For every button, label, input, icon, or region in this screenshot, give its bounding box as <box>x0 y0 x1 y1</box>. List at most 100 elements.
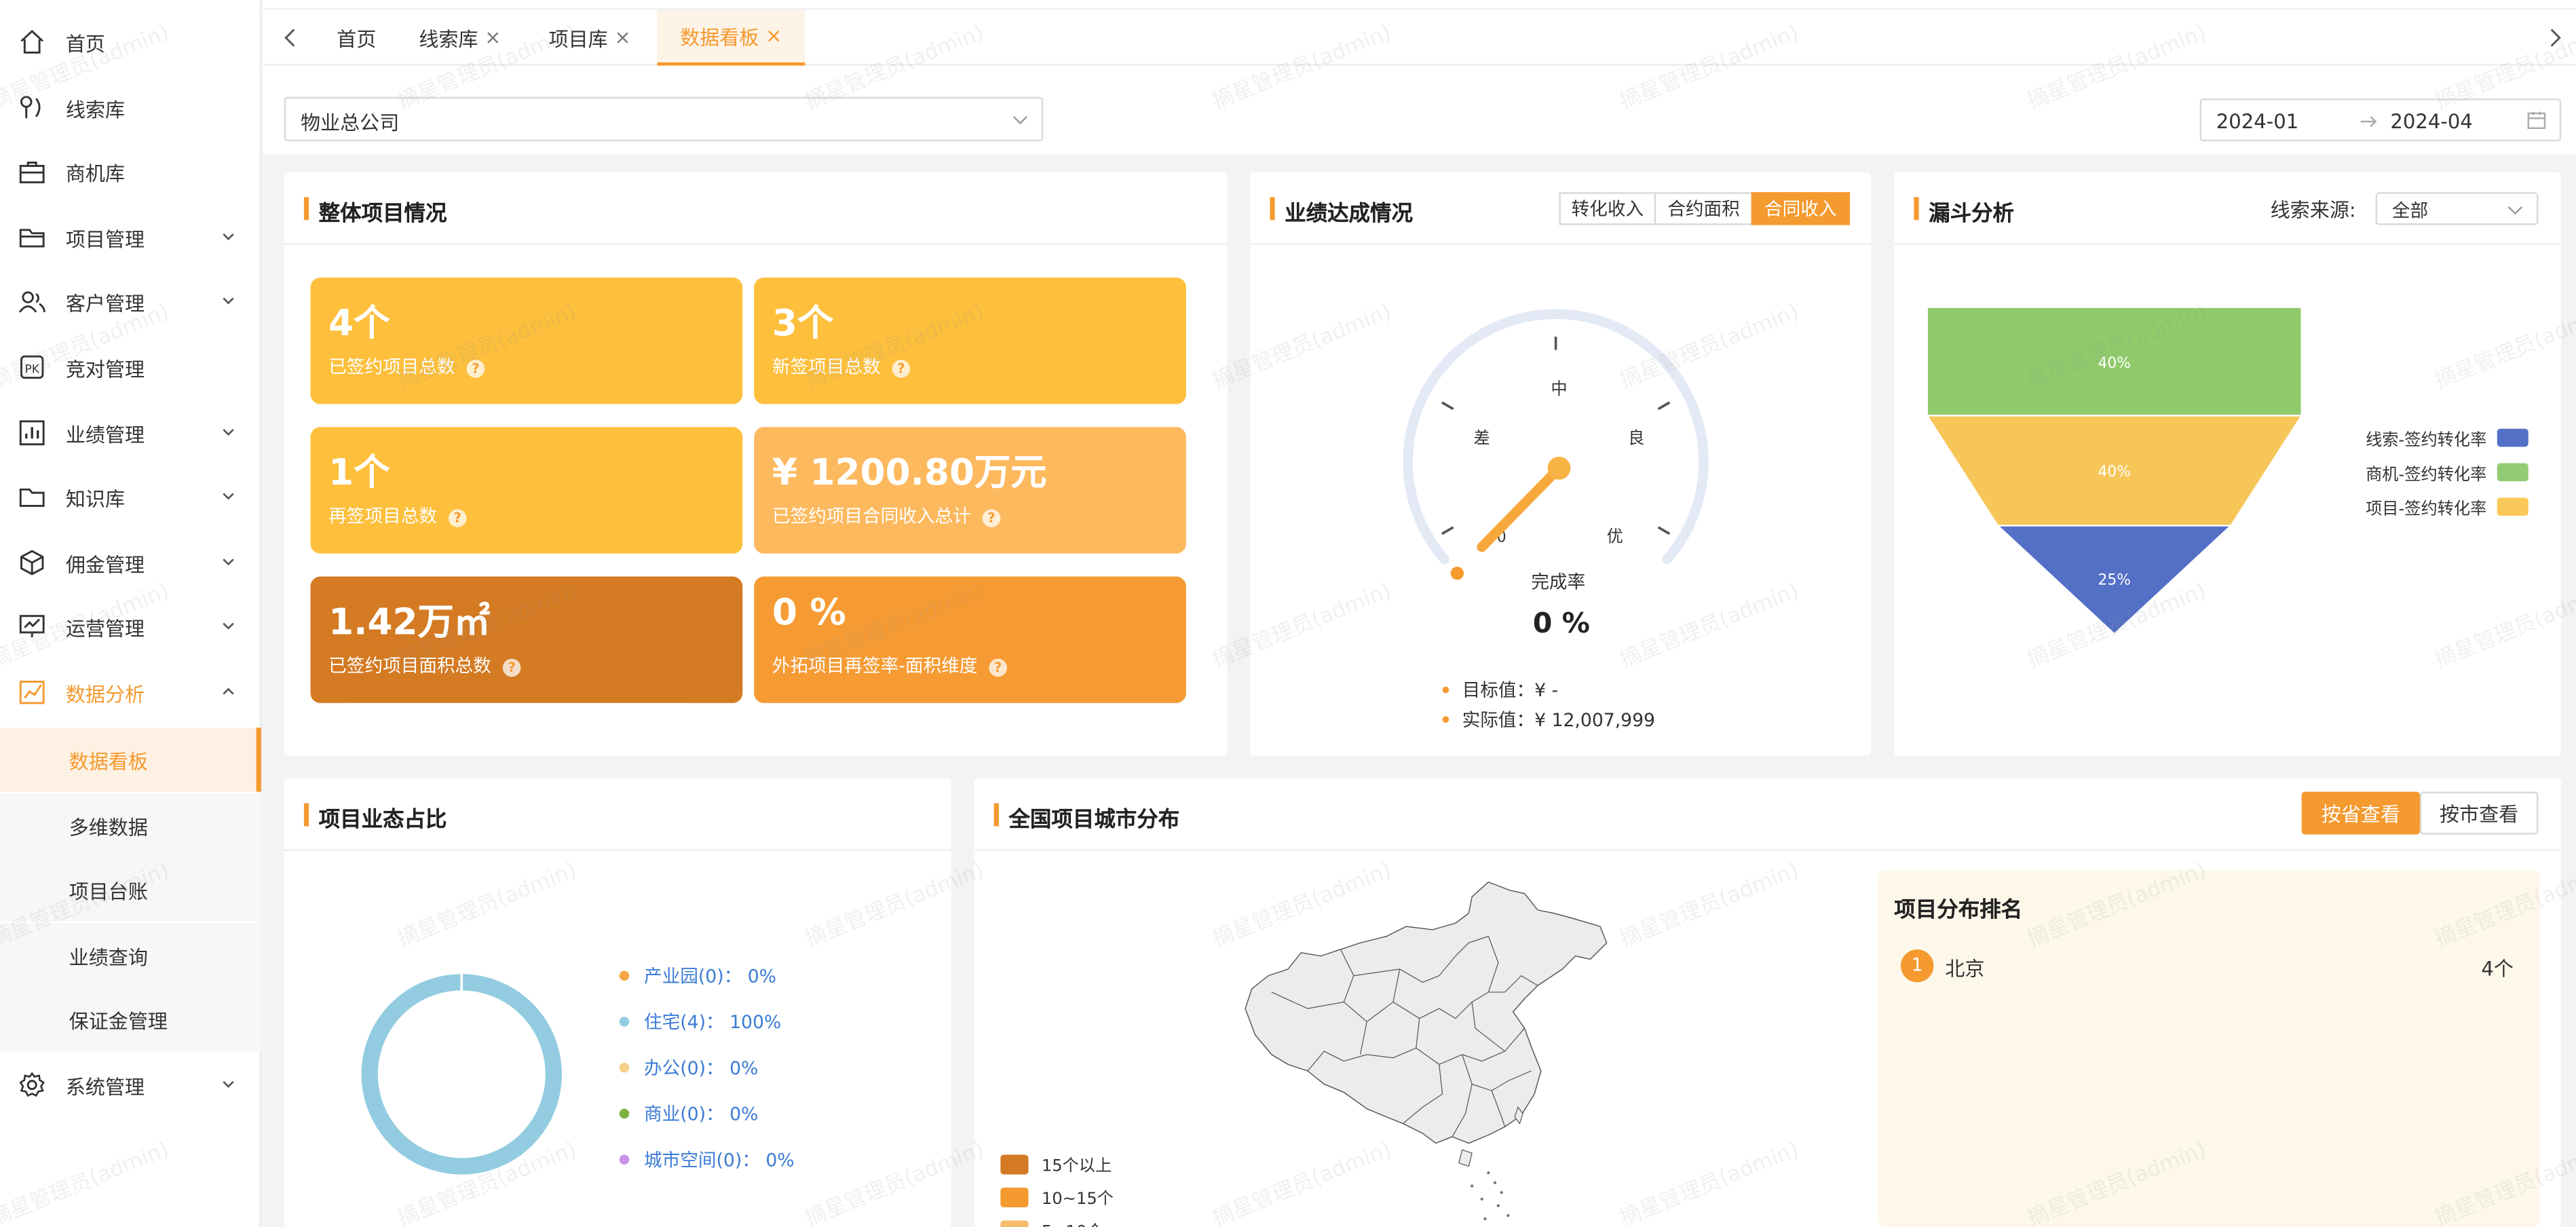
sidebar-item-2[interactable]: 商机库 <box>0 140 261 204</box>
chevron-right-icon[interactable] <box>2546 28 2562 48</box>
help-icon[interactable]: ? <box>502 658 521 677</box>
sidebar-subitem-2[interactable]: 项目台账 <box>0 857 261 922</box>
home-icon <box>20 30 43 54</box>
sidebar-item-label: 系统管理 <box>65 1076 145 1099</box>
sidebar-item-label: 数据分析 <box>65 683 145 706</box>
industry-legend-item[interactable]: 住宅(4)： 100% <box>619 1008 781 1035</box>
legend-swatch <box>1000 1186 1029 1207</box>
svg-text:PK: PK <box>25 362 40 375</box>
segment-conversion-income[interactable]: 转化收入 <box>1559 192 1656 225</box>
performance-title: 业绩达成情况 <box>1270 195 1413 227</box>
city-legend-item[interactable]: 5~10个 <box>1000 1217 1103 1227</box>
gauge-progress-dot <box>1450 567 1464 580</box>
sidebar-subitem-4[interactable]: 保证金管理 <box>0 987 261 1053</box>
folder-icon <box>19 228 45 248</box>
stat-card-5: 0 % 外拓项目再签率-面积维度? <box>754 576 1186 703</box>
map-islands <box>1470 1171 1510 1221</box>
donut-ring <box>361 974 562 1175</box>
top-bar <box>263 0 2576 10</box>
tab-home[interactable]: 首页 <box>337 10 376 66</box>
sidebar-item-3[interactable]: 项目管理 <box>0 205 261 269</box>
stat-card-1: 3个 新签项目总数? <box>754 278 1186 404</box>
date-range-picker[interactable]: 2024-01 2024-04 <box>2199 98 2562 142</box>
stat-value: ¥ 1200.80万元 <box>772 453 1047 495</box>
help-icon[interactable]: ? <box>989 658 1007 677</box>
close-icon[interactable] <box>485 30 501 46</box>
stat-value: 1.42万㎡ <box>328 603 491 644</box>
gauge-label-good: 良 <box>1628 429 1644 448</box>
industry-donut-chart <box>361 970 562 1175</box>
gauge-label-poor: 差 <box>1474 429 1490 448</box>
legend-dot <box>619 1108 630 1119</box>
sidebar-subitem-label: 数据看板 <box>69 751 148 774</box>
tab-dashboard[interactable]: 数据看板 <box>657 10 806 66</box>
industry-legend-item[interactable]: 产业园(0)： 0% <box>619 962 776 989</box>
map-mainland <box>1245 881 1608 1144</box>
city-legend-item[interactable]: 10~15个 <box>1000 1184 1114 1209</box>
stat-label: 新签项目总数 <box>772 356 881 378</box>
stat-label-row: 再签项目总数? <box>328 503 467 529</box>
chevron-up-icon <box>223 687 234 695</box>
sidebar-item-1[interactable]: 线索库 <box>0 75 261 138</box>
date-end[interactable]: 2024-04 <box>2390 110 2472 133</box>
segment-contract-income[interactable]: 合同收入 <box>1751 192 1850 225</box>
chevron-down-icon <box>223 298 234 305</box>
chevron-down-icon <box>223 493 234 500</box>
funnel-legend-item[interactable]: 商机-签约转化率 <box>2366 460 2528 485</box>
sidebar-item-0[interactable]: 首页 <box>0 10 261 74</box>
stat-value: 4个 <box>328 303 390 345</box>
sidebar-item-system[interactable]: 系统管理 <box>0 1053 261 1116</box>
funnel-legend-item[interactable]: 项目-签约转化率 <box>2366 495 2528 519</box>
view-by-city-button[interactable]: 按市查看 <box>2419 791 2539 835</box>
tab-clues[interactable]: 线索库 <box>419 10 501 66</box>
arrow-right-icon <box>2360 115 2377 128</box>
sidebar-item-7[interactable]: 知识库 <box>0 465 261 529</box>
ranking-row[interactable]: 1 北京 4个 <box>1897 948 2522 984</box>
divider <box>284 849 951 851</box>
legend-dot <box>619 1062 630 1073</box>
users-icon <box>18 292 45 314</box>
line-chart-icon <box>19 681 45 704</box>
chevron-left-icon[interactable] <box>282 28 299 48</box>
pk-icon: PK <box>20 355 44 379</box>
chevron-down-icon <box>223 428 234 436</box>
help-icon[interactable]: ? <box>448 509 467 527</box>
stat-card-3: ¥ 1200.80万元 已签约项目合同收入总计? <box>754 427 1186 554</box>
source-select[interactable]: 全部 <box>2375 192 2539 225</box>
china-map[interactable] <box>1242 877 1612 1227</box>
sidebar-item-9[interactable]: 运营管理 <box>0 595 261 659</box>
sidebar-subitem-3[interactable]: 业绩查询 <box>0 922 261 987</box>
sidebar-item-8[interactable]: 佣金管理 <box>0 530 261 594</box>
funnel-legend-item[interactable]: 线索-签约转化率 <box>2366 426 2528 450</box>
help-icon[interactable]: ? <box>892 360 911 378</box>
tab-label: 数据看板 <box>680 25 759 49</box>
view-by-province-button[interactable]: 按省查看 <box>2301 791 2420 835</box>
sidebar-subitem-0[interactable]: 数据看板 <box>0 728 261 792</box>
city-legend-item[interactable]: 15个以上 <box>1000 1152 1112 1176</box>
help-icon[interactable]: ? <box>982 509 1001 527</box>
date-start[interactable]: 2024-01 <box>2216 110 2298 133</box>
sidebar-item-6[interactable]: 业绩管理 <box>0 400 261 464</box>
sidebar-item-label: 业绩管理 <box>65 423 145 447</box>
legend-label: 商业(0)： 0% <box>643 1103 759 1125</box>
close-icon[interactable] <box>765 28 782 44</box>
clue-icon <box>20 95 41 118</box>
legend-swatch <box>1000 1154 1029 1174</box>
sidebar-item-5[interactable]: PK 竞对管理 <box>0 335 261 399</box>
legend-dot <box>619 1017 630 1027</box>
segment-contract-area[interactable]: 合约面积 <box>1654 192 1754 225</box>
help-icon[interactable]: ? <box>466 360 485 378</box>
briefcase-icon <box>19 162 45 184</box>
industry-legend-item[interactable]: 商业(0)： 0% <box>619 1101 759 1127</box>
sidebar-item-10[interactable]: 数据分析 <box>0 660 261 724</box>
company-select[interactable]: 物业总公司 <box>284 96 1044 142</box>
sidebar-item-4[interactable]: 客户管理 <box>0 270 261 334</box>
map-hainan <box>1458 1149 1473 1167</box>
cube-icon <box>20 549 44 575</box>
sidebar-item-label: 佣金管理 <box>65 553 145 577</box>
sidebar-subitem-1[interactable]: 多维数据 <box>0 793 261 857</box>
tab-projects[interactable]: 项目库 <box>549 10 631 66</box>
industry-legend-item[interactable]: 办公(0)： 0% <box>619 1055 758 1081</box>
industry-legend-item[interactable]: 城市空间(0)： 0% <box>619 1146 795 1173</box>
close-icon[interactable] <box>614 30 630 46</box>
